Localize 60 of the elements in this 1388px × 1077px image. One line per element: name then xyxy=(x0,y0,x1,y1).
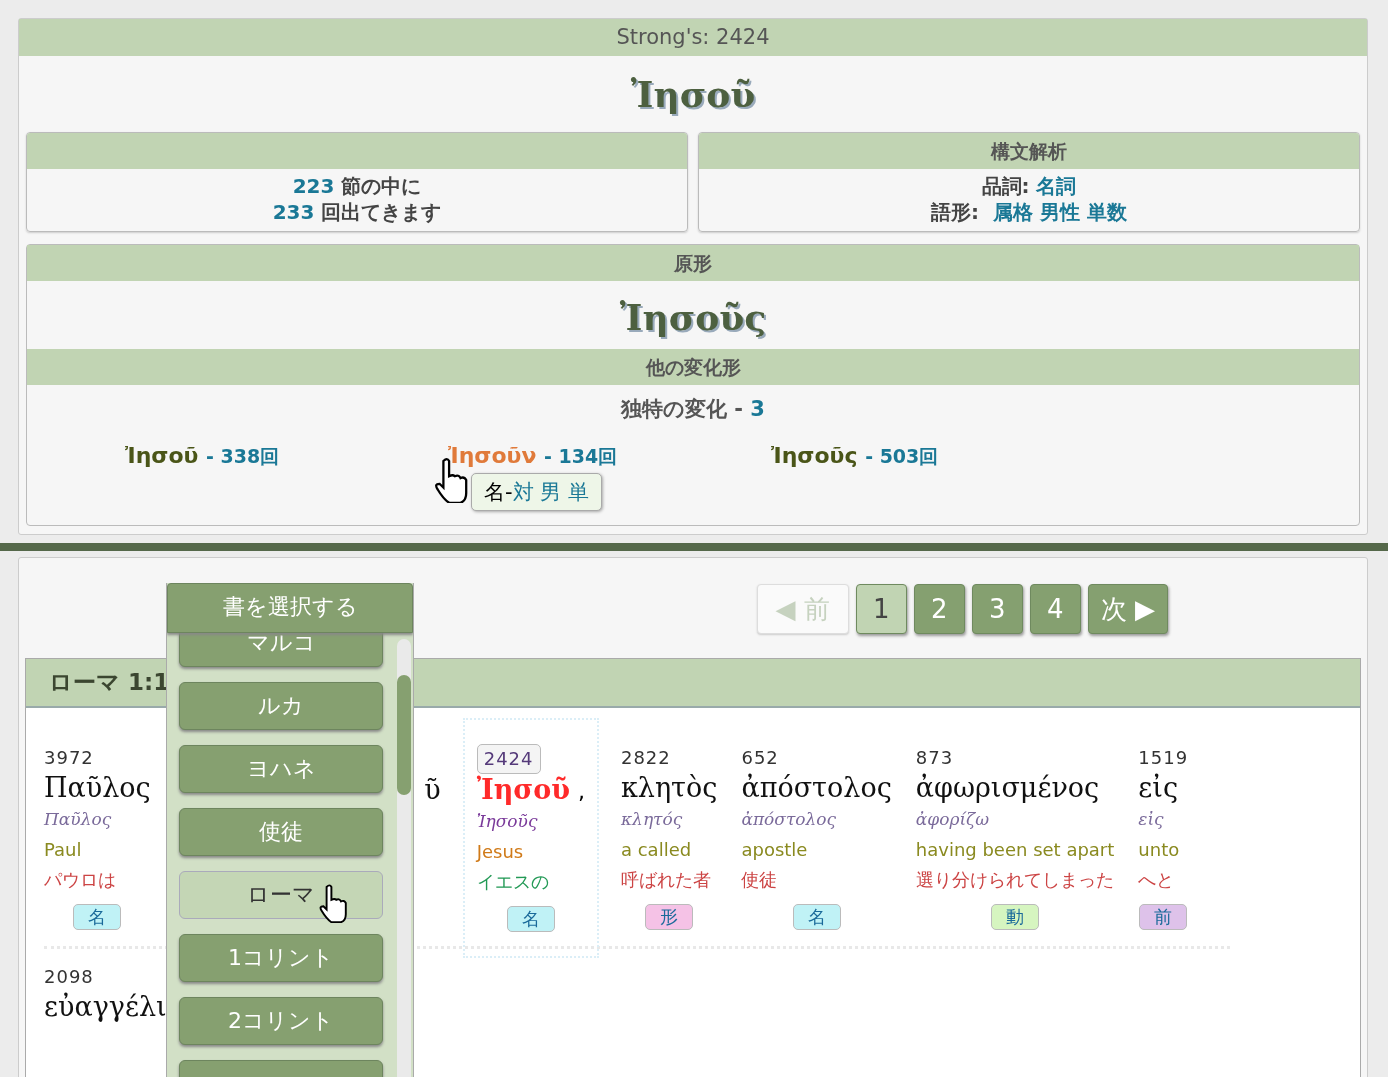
lemma-text: ἀπόστολος xyxy=(741,809,837,829)
strongs-number[interactable]: 652 xyxy=(741,744,779,772)
punctuation: , xyxy=(577,779,585,804)
greek-word[interactable]: κλητὸς xyxy=(620,772,718,803)
lemma-header: 原形 xyxy=(27,245,1359,281)
headword: Ἰησοῦ xyxy=(629,72,757,117)
english-gloss: Paul xyxy=(44,839,82,860)
page-button[interactable]: 1 xyxy=(855,584,907,634)
greek-word[interactable]: ἀφωρισμένος xyxy=(915,772,1100,803)
english-gloss: having been set apart xyxy=(915,839,1115,860)
greek-word[interactable]: ἀπόστολος xyxy=(741,772,892,803)
part-of-speech-tag: 名 xyxy=(792,904,841,930)
english-gloss: apostle xyxy=(741,839,808,860)
hand-cursor-icon xyxy=(317,883,349,923)
strongs-number[interactable]: 3972 xyxy=(44,744,94,772)
tooltip: 名-対 男 単 xyxy=(471,473,602,511)
variants-header: 他の変化形 xyxy=(27,349,1359,385)
part-of-speech-tag: 動 xyxy=(991,904,1040,930)
book-button[interactable]: ローマ xyxy=(179,871,383,919)
strongs-number[interactable]: 873 xyxy=(915,744,954,772)
word-form-link[interactable]: Ἰησοῦ - 338回 xyxy=(125,443,280,468)
lemma-word: Ἰησοῦς xyxy=(618,295,768,340)
lemma-text: εἰς xyxy=(1138,809,1164,829)
japanese-gloss: パウロは xyxy=(44,868,116,892)
lemma-text: Ἰησοῦς xyxy=(476,811,538,831)
english-gloss: Jesus xyxy=(476,841,524,862)
strongs-number[interactable]: 2098 xyxy=(44,963,94,991)
japanese-gloss: 使徒 xyxy=(741,868,778,892)
parsing-header: 構文解析 xyxy=(699,133,1359,169)
verse-count-text: 223 節の中に xyxy=(291,173,423,199)
strongs-number[interactable]: 1519 xyxy=(1138,744,1189,772)
word-form-text: 語形: 属格 男性 単数 xyxy=(930,199,1128,225)
greek-word[interactable]: Παῦλος xyxy=(44,772,151,803)
word-form-link[interactable]: Ἰησοῦς - 503回 xyxy=(771,443,939,468)
japanese-gloss: 呼ばれた者 xyxy=(620,868,711,892)
lemma-text: ἀφορίζω xyxy=(915,809,990,829)
strongs-number[interactable]: 2424 xyxy=(476,744,541,774)
japanese-gloss: 選り分けられてしまった xyxy=(915,868,1114,892)
part-of-speech-text: 品詞: 名詞 xyxy=(980,173,1078,199)
lemma-text: κλητός xyxy=(620,809,683,829)
part-of-speech-tag: 名 xyxy=(73,904,122,930)
lemma-text: Παῦλος xyxy=(44,809,112,829)
part-of-speech-tag: 前 xyxy=(1139,904,1188,930)
scrollbar[interactable] xyxy=(397,639,411,1077)
english-gloss: unto xyxy=(1138,839,1180,860)
greek-word[interactable]: εἰς xyxy=(1138,772,1179,803)
unique-forms-text: 独特の変化 - 3 xyxy=(619,396,766,423)
greek-word[interactable]: Ἰησοῦ xyxy=(476,774,570,805)
english-gloss: a called xyxy=(620,839,692,860)
book-menu-title: 書を選択する xyxy=(167,583,413,633)
japanese-gloss: へと xyxy=(1138,868,1175,892)
greek-word[interactable]: εὐαγγέλι xyxy=(44,991,167,1022)
part-of-speech-tag: 形 xyxy=(645,904,694,930)
japanese-gloss: イエスの xyxy=(476,870,549,894)
part-of-speech-tag: 名 xyxy=(506,906,555,932)
greek-word: ῦ xyxy=(424,774,441,805)
strongs-number[interactable]: 2822 xyxy=(620,744,671,772)
word-form-link[interactable]: Ἰησοῦν - 134回 xyxy=(448,443,618,468)
occurrence-count-text: 233 回出てきます xyxy=(271,199,443,225)
strongs-header: Strong's: 2424 xyxy=(19,19,1367,56)
